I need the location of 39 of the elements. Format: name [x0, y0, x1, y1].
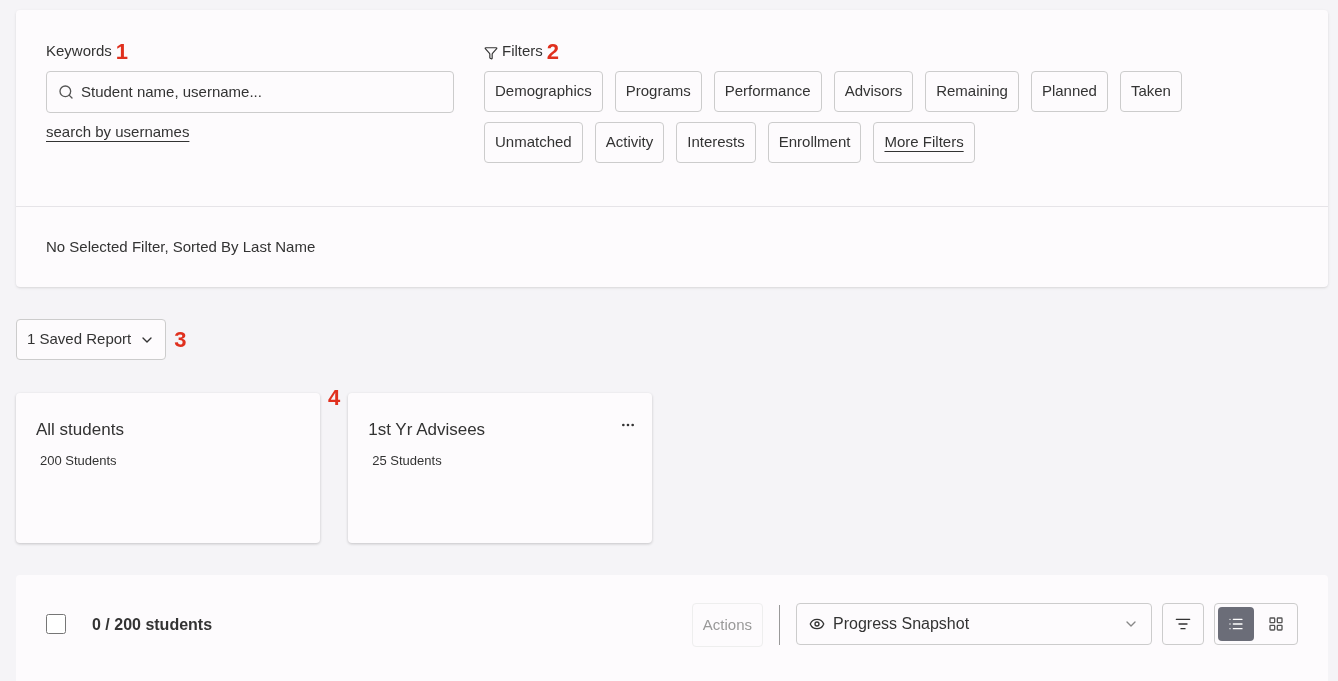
search-by-usernames-link[interactable]: search by usernames: [46, 120, 190, 143]
filter-chip[interactable]: Programs: [614, 70, 702, 112]
callout-number: 2: [546, 40, 560, 63]
filter-chip[interactable]: Enrollment: [767, 121, 862, 163]
filter-icon: [484, 45, 498, 60]
card-title: 1st Yr Advisees: [368, 420, 486, 439]
search-field[interactable]: Student name, username...: [46, 70, 454, 113]
report-card[interactable]: 1st Yr Advisees 25 Students: [348, 393, 653, 543]
student-count: 25 Students: [372, 451, 442, 470]
eye-icon: [809, 616, 825, 632]
filter-chip[interactable]: Remaining: [925, 70, 1019, 112]
student-count-total: 0 / 200 students: [92, 615, 213, 635]
keywords-label: Keywords: [46, 41, 112, 61]
list-view-icon: [1228, 616, 1244, 632]
filter-chip[interactable]: Demographics: [484, 70, 603, 112]
search-icon: [58, 83, 74, 100]
filter-chip[interactable]: Activity: [594, 121, 665, 163]
view-dropdown[interactable]: Progress Snapshot: [796, 603, 1152, 645]
card-title: All students: [36, 420, 124, 439]
saved-report-dropdown[interactable]: 1 Saved Report: [16, 319, 167, 360]
callout-number: 3: [174, 328, 187, 351]
select-all-checkbox[interactable]: [46, 614, 66, 634]
more-filters-button[interactable]: More Filters: [873, 121, 975, 163]
callout-number: 1: [115, 40, 129, 63]
filter-chip[interactable]: Planned: [1030, 70, 1108, 112]
filter-chip[interactable]: Interests: [676, 121, 756, 163]
filter-chip[interactable]: Taken: [1119, 70, 1182, 112]
filters-label: Filters: [502, 41, 543, 61]
filter-chip[interactable]: Performance: [713, 70, 822, 112]
filter-chip[interactable]: Unmatched: [484, 121, 583, 163]
sort-icon: [1175, 616, 1191, 632]
view-mode-button[interactable]: [1218, 607, 1254, 641]
grid-view-icon: [1268, 616, 1284, 632]
filter-summary: No Selected Filter, Sorted By Last Name: [46, 236, 316, 257]
sort-button[interactable]: [1162, 603, 1204, 645]
callout-number: 4: [328, 385, 341, 410]
report-card[interactable]: All students 200 Students: [16, 393, 320, 543]
filter-chip[interactable]: Advisors: [833, 70, 914, 112]
student-count: 200 Students: [40, 451, 117, 470]
